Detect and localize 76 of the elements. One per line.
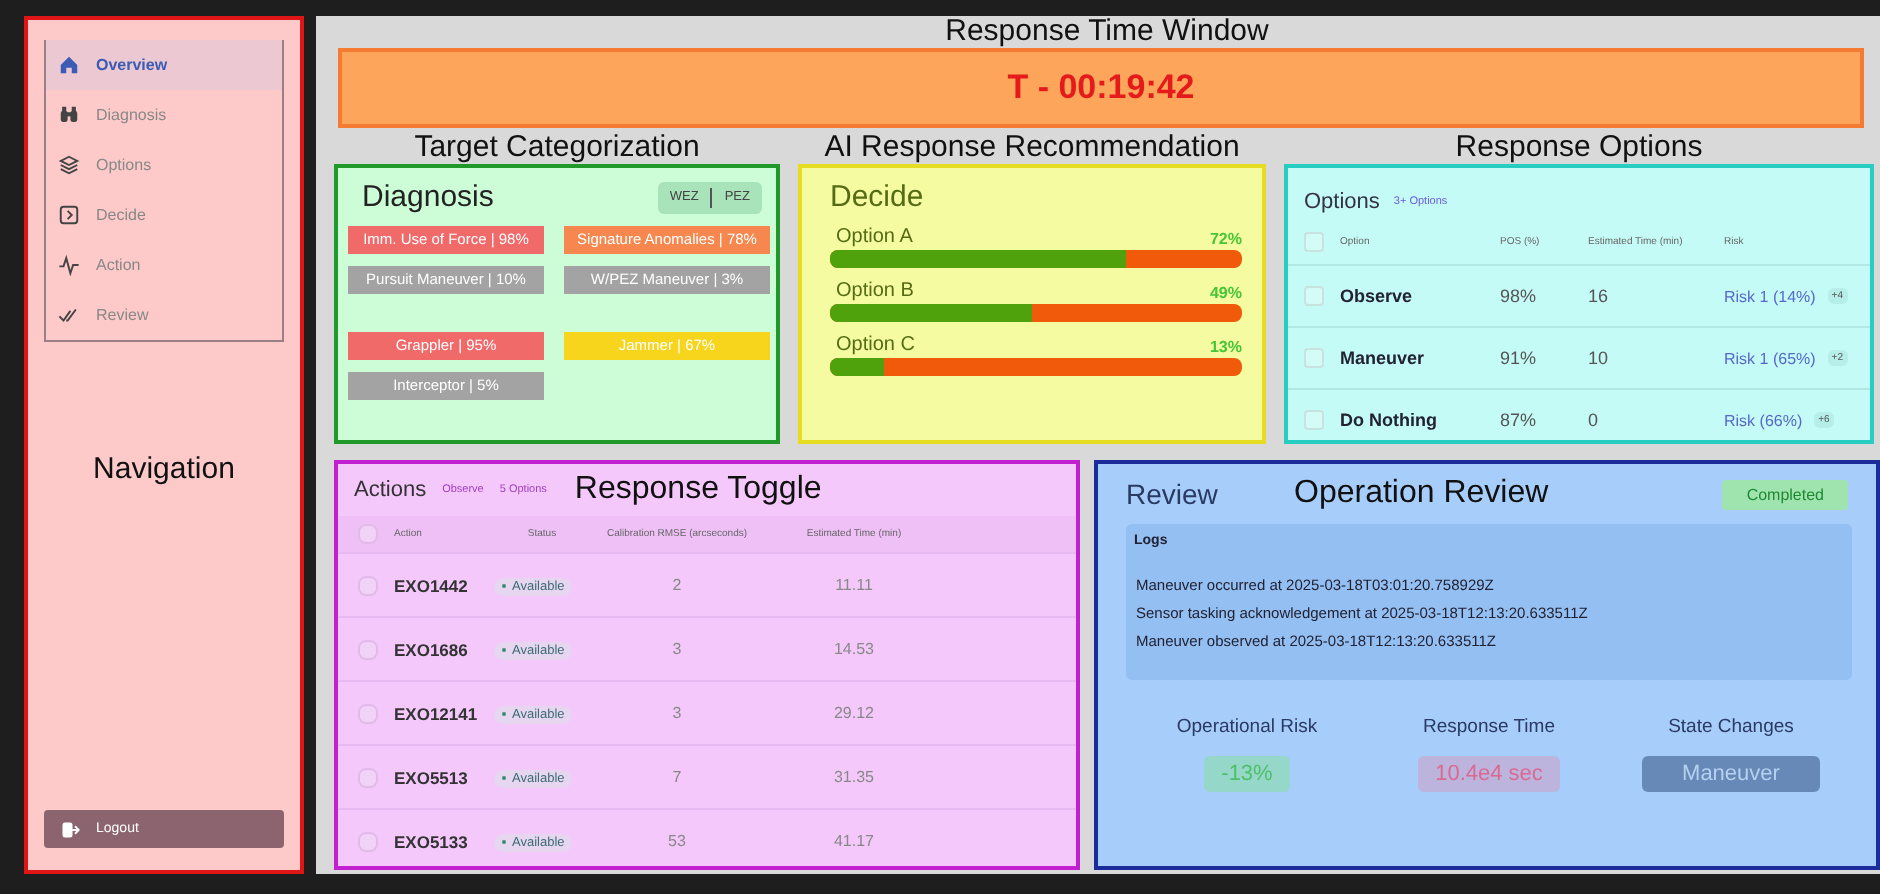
checkbox[interactable] <box>358 575 378 595</box>
risk-link[interactable]: Risk 1 (65%) <box>1724 349 1816 367</box>
checkbox[interactable] <box>358 767 378 787</box>
checkbox[interactable] <box>1304 348 1324 368</box>
table-cell-text: 0 <box>1588 410 1601 430</box>
table-cell-text: 87% <box>1500 410 1539 430</box>
panel-title: Decide <box>830 180 926 214</box>
home-icon <box>58 54 80 76</box>
checkbox[interactable] <box>358 639 378 659</box>
layers-icon <box>58 154 80 176</box>
table-cell-text: Observe <box>1340 286 1415 306</box>
section-title: AI Response Recommendation <box>822 132 1242 164</box>
table-cell-text: Do Nothing <box>1340 410 1439 430</box>
logout-icon <box>60 819 80 839</box>
nav-item[interactable]: Review <box>46 290 282 340</box>
table-cell-text: EXO12141 <box>394 703 480 723</box>
table-cell-text: 3 <box>670 704 684 722</box>
status-badge: Completed <box>1722 479 1848 509</box>
table-cell-text: 7 <box>670 768 684 786</box>
option-label: Option A <box>836 226 913 248</box>
metric-value: 10.4e4 sec <box>1417 756 1561 792</box>
table-cell-text: 53 <box>666 832 688 850</box>
metric-label: Operational Risk <box>1176 716 1318 738</box>
table-cell-text: 41.17 <box>831 832 877 850</box>
nav-item[interactable]: Action <box>46 240 282 290</box>
section-title: Target Categorization <box>412 132 702 164</box>
metric-value: -13% <box>1203 756 1291 792</box>
checkbox[interactable] <box>1304 410 1324 430</box>
table-cell-text: EXO1442 <box>394 575 470 595</box>
table-cell-text: EXO1686 <box>394 639 470 659</box>
chevron-box-icon <box>58 204 80 226</box>
panel-title: Actions <box>354 478 427 502</box>
section-title: Operation Review <box>1294 478 1549 510</box>
section-title: Response Toggle <box>574 474 822 506</box>
double-check-icon <box>58 304 80 326</box>
panel-title: Options <box>1304 190 1380 214</box>
countdown-timer: T - 00:19:42 <box>1007 68 1195 108</box>
nav-item[interactable]: Diagnosis <box>46 90 282 140</box>
checkbox[interactable] <box>358 703 378 723</box>
table-cell-text: 98% <box>1500 286 1539 306</box>
nav-item[interactable]: Decide <box>46 190 282 240</box>
panel-title: Review <box>1126 478 1220 510</box>
table-cell-text: 3 <box>670 640 684 658</box>
option-label: Option C <box>836 334 915 356</box>
section-title: Response Options <box>1453 132 1705 164</box>
nav-item[interactable]: Overview <box>46 40 282 90</box>
checkbox[interactable] <box>358 831 378 851</box>
option-percentage: 13% <box>1209 338 1242 356</box>
table-cell-text: 2 <box>670 576 684 594</box>
section-title: Response Time Window <box>943 16 1271 48</box>
option-percentage: 49% <box>1209 284 1242 302</box>
metric-value: Maneuver <box>1642 756 1820 792</box>
table-cell-text: EXO5133 <box>394 831 470 851</box>
metric-label: Response Time <box>1422 716 1555 738</box>
table-cell-text: 91% <box>1500 348 1539 368</box>
checkbox[interactable] <box>1304 286 1324 306</box>
table-cell-text: EXO5513 <box>394 767 470 787</box>
risk-link[interactable]: Risk 1 (14%) <box>1724 287 1816 305</box>
table-cell-text: 16 <box>1588 286 1611 306</box>
risk-link[interactable]: Risk (66%) <box>1724 411 1803 429</box>
panel-title: Diagnosis <box>362 180 494 214</box>
table-cell-text: 29.12 <box>831 704 877 722</box>
table-cell-text: Maneuver <box>1340 348 1427 368</box>
binoculars-icon <box>58 104 80 126</box>
checkbox[interactable] <box>358 524 378 544</box>
table-cell-text: 11.11 <box>833 576 875 594</box>
option-label: Option B <box>836 280 914 302</box>
table-cell-text: 14.53 <box>831 640 877 658</box>
table-cell-text: 10 <box>1588 348 1611 368</box>
navigation-label: Navigation <box>91 452 237 490</box>
checkbox[interactable] <box>1304 232 1324 252</box>
nav-item[interactable]: Options <box>46 140 282 190</box>
option-percentage: 72% <box>1209 230 1242 248</box>
table-cell-text: 31.35 <box>831 768 877 786</box>
metric-label: State Changes <box>1668 716 1794 738</box>
pulse-icon <box>58 254 80 276</box>
